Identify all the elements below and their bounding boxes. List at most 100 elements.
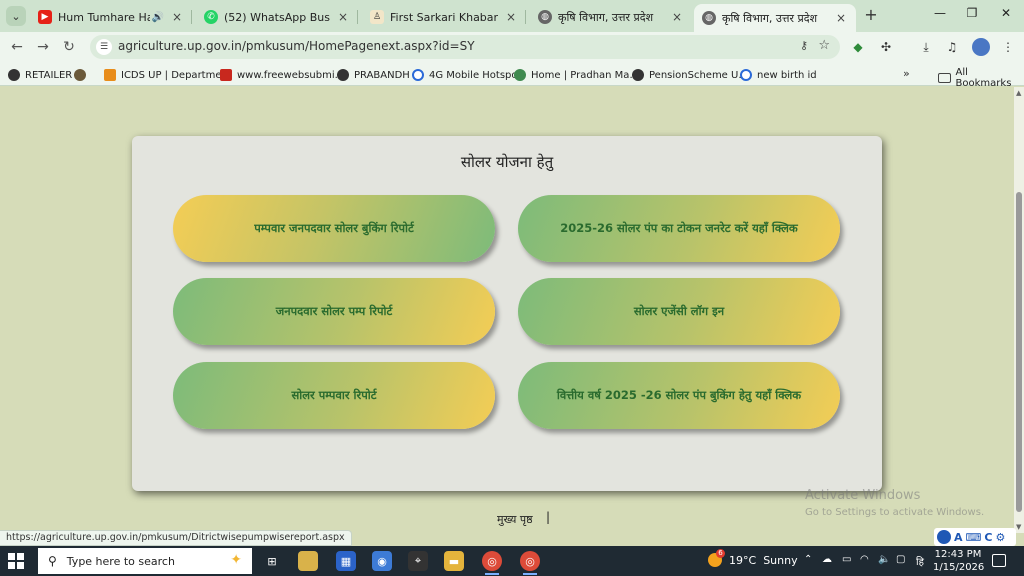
minimize-button[interactable]: — xyxy=(930,6,950,24)
back-button[interactable]: ← xyxy=(8,38,26,56)
close-tab-icon[interactable]: × xyxy=(336,10,350,24)
plant-icon xyxy=(514,69,526,81)
address-bar[interactable]: ☰ agriculture.up.gov.in/pmkusum/HomePage… xyxy=(90,35,840,59)
tray-chevron-icon[interactable]: ⌃ xyxy=(804,554,812,565)
page-scrollbar[interactable]: ▲ ▼ xyxy=(1014,87,1024,533)
bookmark-emblem[interactable] xyxy=(74,67,91,83)
gear-icon[interactable]: ⚙ xyxy=(995,531,1005,544)
taskbar-clock[interactable]: 12:43 PM 1/15/2026 xyxy=(933,548,985,574)
pumpwise-report-button[interactable]: सोलर पम्पवार रिपोर्ट xyxy=(173,362,495,429)
windows-start-icon[interactable] xyxy=(8,553,24,569)
app-blue-icon[interactable]: ◉ xyxy=(372,551,392,571)
bookmark-pension[interactable]: PensionScheme U.P. xyxy=(632,67,749,83)
tab-title: कृषि विभाग, उत्तर प्रदेश xyxy=(558,10,654,24)
close-window-button[interactable]: ✕ xyxy=(996,6,1016,24)
windows-taskbar: ⚲ Type here to search ✦ ⊞ ▦ ◉ ⌖ ▬ ◎ ◎ 6 … xyxy=(0,546,1024,576)
folder-icon xyxy=(938,73,951,83)
close-tab-icon[interactable]: × xyxy=(170,10,184,24)
weather-temp: 19°C xyxy=(729,553,757,567)
bookmark-label: 4G Mobile Hotspot xyxy=(429,69,522,81)
globe-icon: ◍ xyxy=(702,11,716,25)
bookmark-pradhan[interactable]: Home | Pradhan Ma... xyxy=(514,67,639,83)
keyboard-icon[interactable]: ⌨ xyxy=(966,531,982,544)
wifi-icon[interactable]: ◠ xyxy=(860,554,869,565)
token-generate-button[interactable]: 2025-26 सोलर पंप का टोकन जनरेट करें यहाँ… xyxy=(518,195,840,262)
district-pump-report-button[interactable]: जनपदवार सोलर पम्प रिपोर्ट xyxy=(173,278,495,345)
taskbar-search-box[interactable]: ⚲ Type here to search ✦ xyxy=(38,548,252,574)
fws-icon xyxy=(220,69,232,81)
bookmark-hotspot[interactable]: 4G Mobile Hotspot xyxy=(412,67,521,83)
speaker-icon[interactable]: 🔊 xyxy=(152,12,164,23)
extension-leaf-icon[interactable]: ◆ xyxy=(850,39,866,55)
app-store-icon[interactable]: ▦ xyxy=(336,551,356,571)
emblem-icon xyxy=(74,69,86,81)
media-control-icon[interactable]: ♫ xyxy=(944,39,960,55)
download-icon[interactable]: ⤓ xyxy=(918,39,934,55)
scroll-down-icon[interactable]: ▼ xyxy=(1016,523,1021,531)
ime-letter-c[interactable]: C xyxy=(984,531,992,544)
tab-krishi-1[interactable]: ◍ कृषि विभाग, उत्तर प्रदेश × xyxy=(530,4,692,30)
bookmark-retailer[interactable]: RETAILER xyxy=(8,67,72,83)
task-view-icon[interactable]: ⊞ xyxy=(262,551,282,571)
bookmark-prabandh[interactable]: PRABANDH xyxy=(337,67,410,83)
notification-icon[interactable] xyxy=(992,554,1006,567)
restore-button[interactable]: ❐ xyxy=(962,6,982,24)
close-tab-icon[interactable]: × xyxy=(834,11,848,25)
bookmark-icds[interactable]: ICDS UP | Departme... xyxy=(104,67,231,83)
new-tab-button[interactable]: + xyxy=(862,6,880,24)
cloud-icon[interactable]: ☁ xyxy=(822,554,832,565)
tab-separator xyxy=(191,10,192,24)
profile-avatar[interactable] xyxy=(972,38,990,56)
browser-menu-icon[interactable]: ⋮ xyxy=(1000,39,1016,55)
reload-button[interactable]: ↻ xyxy=(60,38,78,56)
bookmark-birth-id[interactable]: new birth id xyxy=(740,67,817,83)
agency-login-button[interactable]: सोलर एजेंसी लॉग इन xyxy=(518,278,840,345)
close-tab-icon[interactable]: × xyxy=(670,10,684,24)
language-icon[interactable]: हि xyxy=(916,554,924,568)
sparkle-icon: ✦ xyxy=(230,552,242,568)
whatsapp-icon: ✆ xyxy=(204,10,218,24)
tab-title: Hum Tumhare Hai Prabh xyxy=(58,10,150,24)
tab-krishi-active[interactable]: ◍ कृषि विभाग, उत्तर प्रदेश × xyxy=(694,4,856,32)
battery-icon[interactable]: ▭ xyxy=(842,554,851,565)
app-basket-icon[interactable] xyxy=(298,551,318,571)
close-tab-icon[interactable]: × xyxy=(504,10,518,24)
weather-desc: Sunny xyxy=(763,553,798,567)
bookmark-star-icon[interactable]: ☆ xyxy=(818,38,830,53)
ime-letter-a[interactable]: A xyxy=(954,531,963,544)
all-bookmarks-button[interactable]: All Bookmarks xyxy=(938,67,1024,89)
tab-search-button[interactable]: ⌄ xyxy=(6,6,26,26)
forward-button[interactable]: → xyxy=(34,38,52,56)
clock-time: 12:43 PM xyxy=(934,549,982,560)
volume-icon[interactable]: 🔈 xyxy=(878,554,890,565)
app-location-icon[interactable]: ⌖ xyxy=(408,551,428,571)
chrome-icon[interactable]: ◎ xyxy=(482,551,502,575)
file-explorer-icon[interactable]: ▬ xyxy=(444,551,464,571)
globe-icon xyxy=(8,69,20,81)
weather-widget[interactable]: 6 19°C Sunny xyxy=(708,549,798,567)
bookmark-label: PensionScheme U.P. xyxy=(649,69,750,81)
all-bookmarks-label: All Bookmarks xyxy=(955,67,1012,89)
globe-icon xyxy=(632,69,644,81)
pump-booking-button[interactable]: वित्तीय वर्ष 2025 -26 सोलर पंप बुकिंग हे… xyxy=(518,362,840,429)
display-icon[interactable]: ▢ xyxy=(896,554,905,565)
scroll-up-icon[interactable]: ▲ xyxy=(1016,89,1021,97)
clock-date: 1/15/2026 xyxy=(933,562,985,573)
bookmark-freewebsubmission[interactable]: www.freewebsubmi... xyxy=(220,67,344,83)
address-url[interactable]: agriculture.up.gov.in/pmkusum/HomePagene… xyxy=(118,39,475,53)
more-bookmarks-chevron-icon[interactable]: » xyxy=(903,67,910,80)
ime-toolbar[interactable]: A ⌨ C ⚙ xyxy=(934,528,1016,546)
bookmark-label: new birth id xyxy=(757,69,817,81)
tab-whatsapp[interactable]: ✆ (52) WhatsApp Business × xyxy=(196,4,358,30)
home-page-link[interactable]: मुख्य पृष्ठ xyxy=(497,512,533,527)
district-pumpwise-booking-report-button[interactable]: पम्पवार जनपदवार सोलर बुकिंग रिपोर्ट xyxy=(173,195,495,262)
tab-hum-tumhare[interactable]: ▶ Hum Tumhare Hai Prabh 🔊 × xyxy=(30,4,192,30)
scroll-thumb[interactable] xyxy=(1016,192,1022,512)
page-content: सोलर योजना हेतु पम्पवार जनपदवार सोलर बुक… xyxy=(0,87,1014,533)
site-info-icon[interactable]: ☰ xyxy=(96,39,112,55)
ime-logo-icon xyxy=(937,530,951,544)
password-key-icon[interactable]: ⚷ xyxy=(800,39,808,52)
tab-sarkari-khabar[interactable]: ♙ First Sarkari Khabar - Mileg × xyxy=(362,4,526,30)
chrome-icon[interactable]: ◎ xyxy=(520,551,540,575)
extensions-puzzle-icon[interactable]: ✣ xyxy=(878,39,894,55)
